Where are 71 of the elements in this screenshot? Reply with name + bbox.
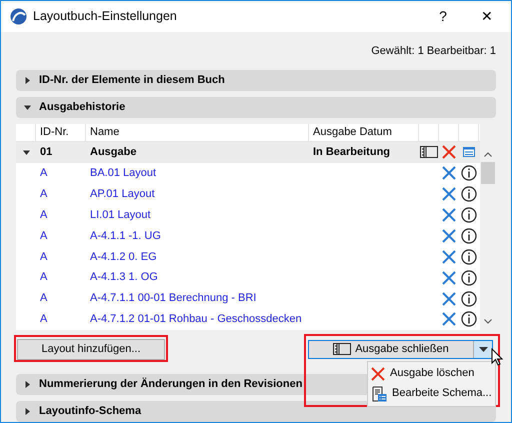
expand-icon[interactable]	[24, 381, 31, 388]
section-header[interactable]: ID-Nr. der Elemente in diesem Buch	[16, 70, 496, 91]
table-cell: A-4.7.1.2 01-01 Rohbau - Geschossdecken	[90, 313, 302, 326]
table-cell: A-4.1.2 0. EG	[90, 250, 157, 263]
table-cell: AP.01 Layout	[90, 188, 155, 200]
section-header[interactable]: Layoutinfo-Schema	[16, 401, 496, 422]
table-cell-text: A	[39, 208, 48, 223]
section-title: ID-Nr. der Elemente in diesem Buch	[39, 73, 225, 88]
close-icon[interactable]	[442, 166, 456, 180]
close-icon[interactable]	[442, 208, 456, 222]
section-title: Nummerierung der Änderungen in den Revisionen	[39, 376, 302, 392]
info-icon[interactable]	[461, 165, 477, 182]
table-cell-text: A	[39, 250, 48, 265]
close-issue-split-button[interactable]: Ausgabe schließen	[308, 340, 493, 358]
scroll-thumb[interactable]	[481, 162, 495, 184]
table-cell-text: 01	[39, 145, 54, 160]
caret-icon	[478, 346, 488, 352]
close-icon[interactable]	[442, 228, 456, 243]
info-icon[interactable]	[461, 270, 477, 286]
collapse-icon[interactable]	[22, 148, 30, 156]
list-icon[interactable]	[463, 147, 475, 158]
info-icon[interactable]	[461, 228, 477, 244]
book-icon	[420, 146, 438, 158]
delete-icon[interactable]	[442, 145, 456, 160]
info-icon[interactable]	[461, 311, 477, 328]
table-cell: LI.01 Layout	[90, 208, 151, 221]
column-header[interactable]: Ausgabe Datum	[309, 124, 419, 141]
close-icon[interactable]	[442, 187, 456, 202]
scroll-up-icon[interactable]	[484, 152, 492, 157]
table-cell-text: A	[39, 312, 48, 328]
collapse-icon[interactable]	[24, 104, 31, 111]
table-cell-text: A	[39, 270, 48, 286]
table-cell: A-4.1.1 -1. UG	[90, 230, 161, 242]
info-icon[interactable]	[461, 186, 477, 202]
book-icon	[333, 343, 352, 355]
info-icon[interactable]	[461, 290, 477, 307]
section-title: Ausgabehistorie	[39, 100, 126, 116]
group-row[interactable]: 01 Ausgabe In Bearbeitung	[16, 142, 480, 163]
table-cell-text: A	[39, 291, 48, 306]
close-icon[interactable]	[442, 250, 456, 264]
table-cell-text: A	[39, 228, 48, 244]
table-cell: A-4.7.1.1 00-01 Berechnung - BRI	[90, 292, 256, 304]
dropdown-toggle[interactable]	[473, 340, 492, 358]
expand-icon[interactable]	[24, 408, 31, 415]
section-title: Layoutinfo-Schema	[39, 404, 142, 420]
table-cell-text: In Bearbeitung	[312, 145, 392, 160]
button-label: Ausgabe schließen	[355, 342, 449, 357]
column-header[interactable]: ID-Nr.	[36, 124, 86, 141]
delete-icon[interactable]	[371, 366, 385, 380]
help-button[interactable]: ?	[428, 6, 458, 27]
table-cell-text: A	[39, 166, 48, 181]
info-icon[interactable]	[461, 248, 477, 265]
table-cell: BA.01 Layout	[90, 167, 156, 179]
document-list-icon[interactable]	[371, 386, 387, 402]
close-icon[interactable]	[442, 312, 456, 326]
table-cell-text: A	[39, 186, 48, 202]
expand-icon[interactable]	[24, 77, 31, 84]
add-layout-button[interactable]: Layout hinzufügen...	[17, 338, 165, 360]
cursor-icon	[491, 348, 503, 366]
info-icon[interactable]	[461, 207, 477, 224]
table-cell: A-4.1.3 1. OG	[90, 271, 158, 284]
close-icon[interactable]	[442, 270, 456, 285]
close-button[interactable]: ✕	[472, 6, 502, 27]
table-cell-text: Ausgabe	[89, 145, 138, 160]
column-header[interactable]: Name	[86, 124, 309, 141]
window-title: Layoutbuch-Einstellungen	[33, 8, 177, 26]
close-icon[interactable]	[442, 292, 456, 306]
selection-status: Gewählt: 1 Bearbeitbar: 1	[371, 44, 496, 59]
scroll-down-icon[interactable]	[484, 319, 492, 324]
section-header[interactable]: Ausgabehistorie	[16, 97, 496, 118]
app-logo-icon	[10, 8, 27, 25]
